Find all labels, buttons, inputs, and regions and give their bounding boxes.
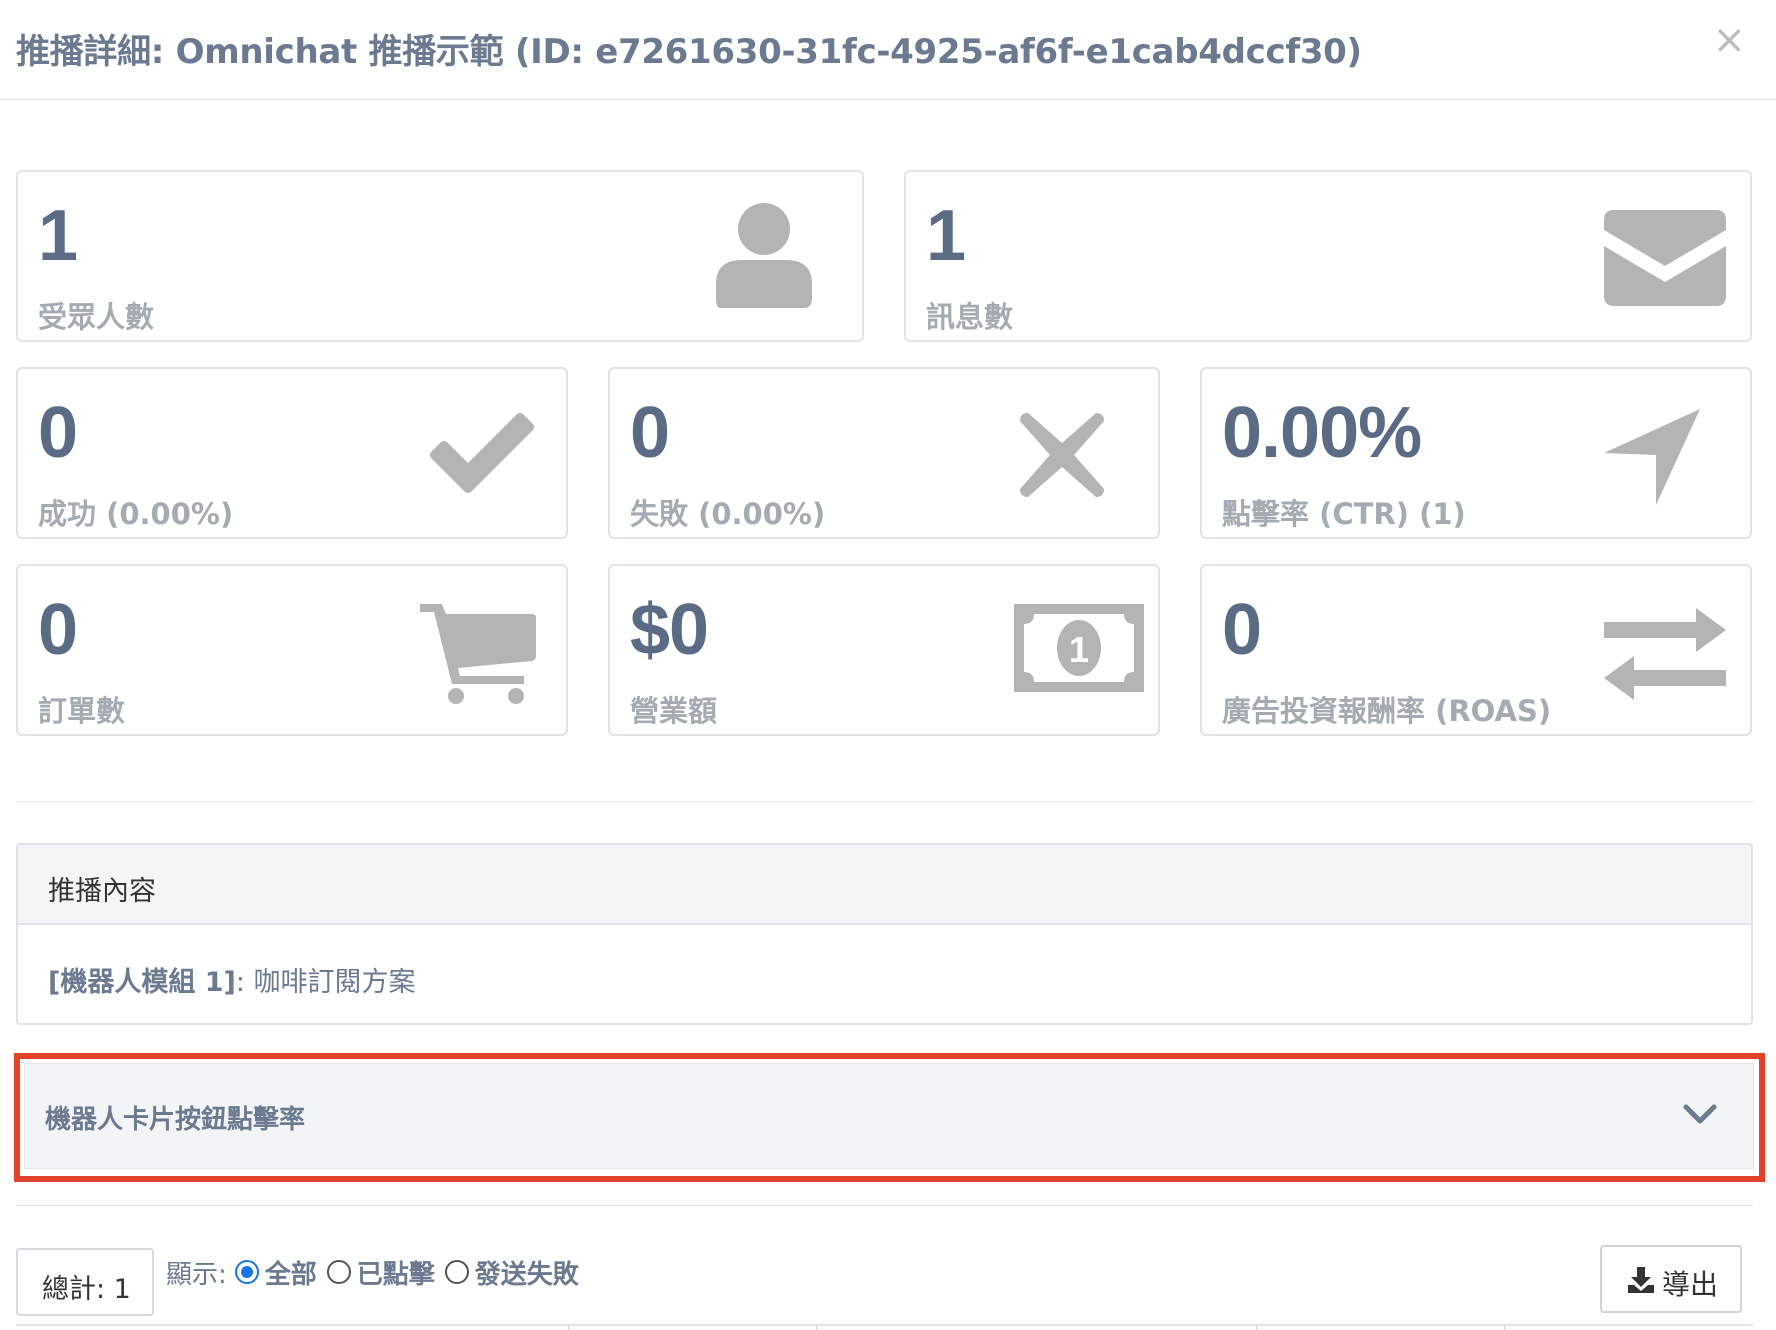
bot-card-ctr-accordion[interactable]: 機器人卡片按鈕點擊率 [24,1063,1754,1169]
total-count-box: 總計: 1 [16,1248,154,1316]
radio-failed[interactable] [444,1260,469,1284]
chevron-down-icon [1683,1104,1717,1124]
download-icon [1628,1267,1654,1293]
radio-clicked[interactable] [326,1260,351,1284]
section-divider-2 [16,1205,1753,1206]
total-count: 總計: 1 [42,1274,131,1305]
panel-body: [機器人模組 1]: 咖啡訂閱方案 [48,960,416,999]
radio-all[interactable] [234,1260,259,1284]
exchange-icon [1604,608,1726,700]
stat-card-ctr: 0.00% 點擊率 (CTR) (1) [1200,367,1752,539]
stat-card-orders: 0 訂單數 [16,564,568,736]
bot-module-name: [機器人模組 1] [48,967,236,998]
user-icon [716,203,812,308]
stat-card-success: 0 成功 (0.00%) [16,367,568,539]
stat-card-revenue: $0 營業額 1 [608,564,1160,736]
audience-value: 1 [38,196,78,276]
bot-module-text: : 咖啡訂閱方案 [235,967,416,998]
export-label: 導出 [1662,1268,1719,1301]
panel-heading-title: 推播內容 [48,876,156,907]
radio-failed-label[interactable]: 發送失敗 [475,1254,579,1291]
stat-card-roas: 0 廣告投資報酬率 (ROAS) [1200,564,1752,736]
radio-clicked-label[interactable]: 已點擊 [357,1254,435,1291]
audience-label: 受眾人數 [38,300,155,334]
ctr-label: 點擊率 (CTR) (1) [1222,497,1466,531]
success-label: 成功 (0.00%) [38,497,234,531]
stat-card-audience: 1 受眾人數 [16,170,864,342]
x-icon [1020,413,1104,497]
check-icon [430,413,534,493]
send-arrow-icon [1604,409,1700,505]
close-button[interactable]: × [1712,18,1746,62]
stat-card-failed: 0 失敗 (0.00%) [608,367,1160,539]
money-bill-icon: 1 [1014,604,1144,692]
envelope-icon [1604,210,1726,306]
panel-heading: 推播內容 [18,845,1751,925]
broadcast-content-panel: 推播內容 [機器人模組 1]: 咖啡訂閱方案 [16,843,1753,1025]
roas-label: 廣告投資報酬率 (ROAS) [1222,694,1552,728]
revenue-value: $0 [630,590,709,670]
success-value: 0 [38,393,78,473]
svg-text:1: 1 [1069,629,1089,670]
cart-icon [420,604,536,704]
orders-value: 0 [38,590,78,670]
export-button[interactable]: 導出 [1600,1245,1742,1313]
messages-value: 1 [926,196,966,276]
messages-label: 訊息數 [926,300,1014,334]
roas-value: 0 [1222,590,1262,670]
section-divider [16,801,1753,802]
stat-card-messages: 1 訊息數 [904,170,1752,342]
table-top-edge [16,1324,1753,1330]
filter-label: 顯示: [166,1259,227,1290]
modal-title: 推播詳細: Omnichat 推播示範 (ID: e7261630-31fc-4… [16,32,1362,72]
modal-header: 推播詳細: Omnichat 推播示範 (ID: e7261630-31fc-4… [0,0,1776,100]
failed-label: 失敗 (0.00%) [630,497,826,531]
ctr-value: 0.00% [1222,393,1422,473]
radio-all-label[interactable]: 全部 [265,1254,317,1291]
revenue-label: 營業額 [630,694,718,728]
accordion-title: 機器人卡片按鈕點擊率 [45,1105,306,1135]
display-filter: 顯示: 全部 已點擊 發送失敗 [166,1252,587,1292]
orders-label: 訂單數 [38,694,126,728]
failed-value: 0 [630,393,670,473]
